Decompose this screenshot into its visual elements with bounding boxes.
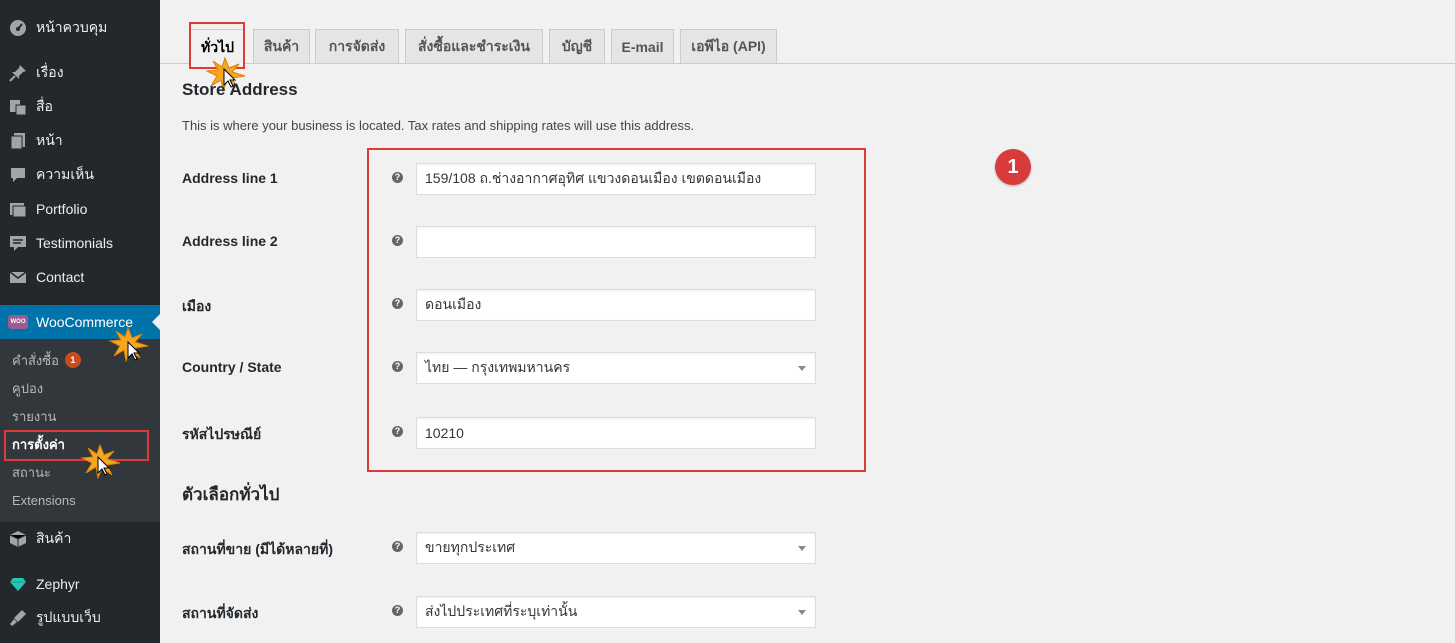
menu-label: หน้า bbox=[36, 132, 63, 148]
shipping-locations-select[interactable]: ส่งไปประเทศที่ระบุเท่านั้น bbox=[416, 596, 816, 628]
menu-posts[interactable]: เรื่อง bbox=[0, 56, 160, 90]
menu-label: ความเห็น bbox=[36, 166, 94, 182]
settings-tabs: ทั่วไป สินค้า การจัดส่ง สั่งซื้อและชำระเ… bbox=[160, 0, 1455, 65]
pin-icon bbox=[8, 63, 28, 83]
submenu-orders[interactable]: คำสั่งซื้อ 1 bbox=[12, 349, 81, 371]
testimonial-icon bbox=[8, 233, 28, 253]
step-number-marker: 1 bbox=[995, 149, 1031, 185]
menu-zephyr[interactable]: Zephyr bbox=[0, 567, 160, 601]
menu-label: Testimonials bbox=[36, 235, 114, 251]
city-label: เมือง bbox=[182, 298, 212, 314]
country-state-label: Country / State bbox=[182, 359, 282, 375]
portfolio-icon bbox=[8, 199, 28, 219]
settings-highlight-box bbox=[4, 430, 149, 461]
menu-label: เรื่อง bbox=[36, 64, 64, 80]
selling-locations-select[interactable]: ขายทุกประเทศ bbox=[416, 532, 816, 564]
address-fields-highlight-box bbox=[367, 148, 866, 472]
menu-comments[interactable]: ความเห็น bbox=[0, 158, 160, 192]
submenu-status[interactable]: สถานะ bbox=[12, 461, 51, 483]
woocommerce-icon: WOO bbox=[8, 312, 28, 332]
media-icon bbox=[8, 97, 28, 117]
page-icon bbox=[8, 131, 28, 151]
menu-label: Portfolio bbox=[36, 201, 88, 217]
menu-products[interactable]: สินค้า bbox=[0, 522, 160, 556]
click-burst-cursor-icon bbox=[80, 443, 121, 479]
tab-account[interactable]: บัญชี bbox=[549, 29, 605, 63]
menu-contact[interactable]: Contact bbox=[0, 260, 160, 294]
menu-pages[interactable]: หน้า bbox=[0, 124, 160, 158]
help-icon[interactable]: ? bbox=[392, 605, 403, 616]
shipping-locations-label: สถานที่จัดส่ง bbox=[182, 605, 259, 621]
brush-icon bbox=[8, 608, 28, 628]
submenu-reports[interactable]: รายงาน bbox=[12, 405, 56, 427]
admin-sidebar: หน้าควบคุม เรื่อง สื่อ หน้า ความเห็น Por… bbox=[0, 0, 160, 643]
selling-locations-label: สถานที่ขาย (มีได้หลายที่) bbox=[182, 541, 333, 557]
click-burst-cursor-icon bbox=[108, 326, 149, 362]
menu-portfolio[interactable]: Portfolio bbox=[0, 192, 160, 226]
dashboard-icon bbox=[8, 18, 28, 38]
menu-label: หน้าควบคุม bbox=[36, 19, 108, 35]
tab-products[interactable]: สินค้า bbox=[253, 29, 310, 63]
diamond-icon bbox=[8, 574, 28, 594]
tab-checkout[interactable]: สั่งซื้อและชำระเงิน bbox=[405, 29, 543, 63]
menu-appearance[interactable]: รูปแบบเว็บ bbox=[0, 601, 160, 635]
address-line-2-label: Address line 2 bbox=[182, 233, 278, 249]
orders-count-badge: 1 bbox=[64, 352, 81, 368]
mail-icon bbox=[8, 267, 28, 287]
store-address-heading: Store Address bbox=[182, 80, 298, 99]
comment-icon bbox=[8, 165, 28, 185]
box-icon bbox=[8, 529, 28, 549]
menu-label: Contact bbox=[36, 269, 85, 285]
menu-label: รูปแบบเว็บ bbox=[36, 609, 101, 625]
menu-label: สื่อ bbox=[36, 98, 53, 114]
tab-email[interactable]: E-mail bbox=[611, 29, 674, 63]
store-address-description: This is where your business is located. … bbox=[182, 118, 695, 133]
menu-label: Zephyr bbox=[36, 576, 80, 592]
general-options-heading: ตัวเลือกทั่วไป bbox=[182, 485, 280, 504]
menu-testimonials[interactable]: Testimonials bbox=[0, 226, 160, 260]
postcode-label: รหัสไปรษณีย์ bbox=[182, 426, 262, 442]
address-line-1-label: Address line 1 bbox=[182, 170, 278, 186]
menu-label: สินค้า bbox=[36, 530, 72, 546]
tab-shipping[interactable]: การจัดส่ง bbox=[315, 29, 399, 63]
submenu-extensions[interactable]: Extensions bbox=[12, 489, 76, 511]
tab-api[interactable]: เอพีไอ (API) bbox=[680, 29, 777, 63]
menu-media[interactable]: สื่อ bbox=[0, 90, 160, 124]
submenu-coupons[interactable]: คูปอง bbox=[12, 377, 43, 399]
help-icon[interactable]: ? bbox=[392, 541, 403, 552]
menu-dashboard[interactable]: หน้าควบคุม bbox=[0, 11, 160, 45]
